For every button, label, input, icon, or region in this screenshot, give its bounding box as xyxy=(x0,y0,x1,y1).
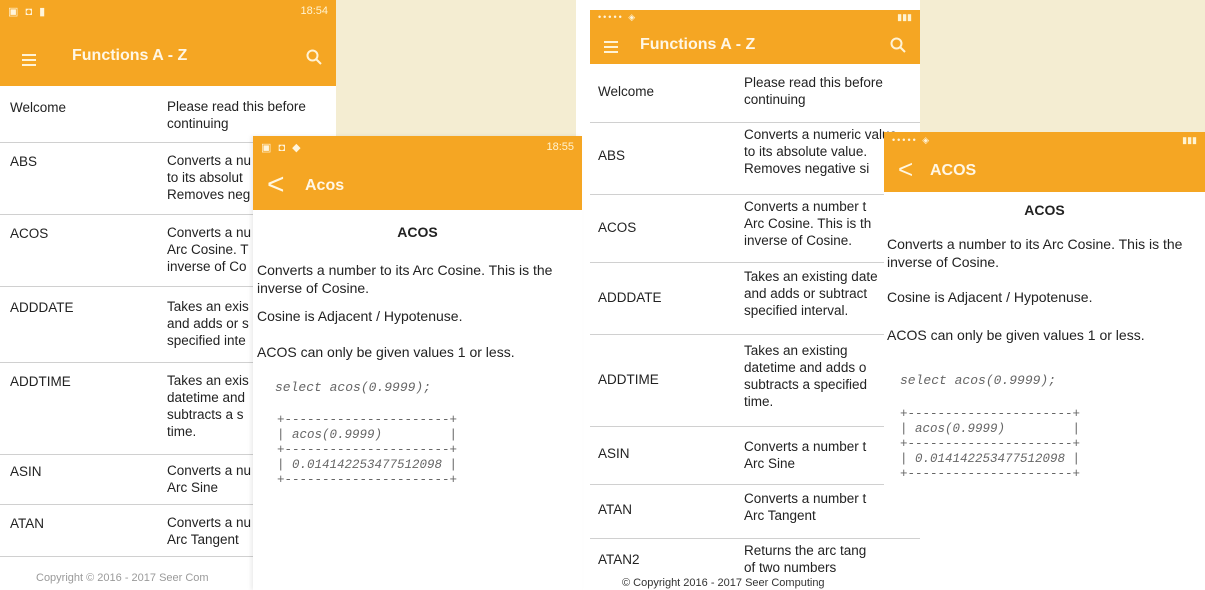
list-item[interactable]: ACOS Converts a number t Arc Cosine. Thi… xyxy=(590,194,920,263)
function-name: Welcome xyxy=(598,84,655,99)
description-para: Converts a number to its Arc Cosine. Thi… xyxy=(257,262,553,296)
function-name: ADDDATE xyxy=(598,290,662,305)
list-item[interactable]: ATAN Converts a number t Arc Tangent xyxy=(590,484,920,539)
search-icon[interactable] xyxy=(890,37,906,53)
function-desc: Converts a nu Arc Tangent xyxy=(167,515,252,547)
function-desc: Returns the arc tang of two numbers xyxy=(744,543,867,574)
back-arrow-icon[interactable]: < xyxy=(267,170,285,200)
back-arrow-icon[interactable]: < xyxy=(898,154,913,184)
function-name: ADDDATE xyxy=(10,300,74,315)
list-item[interactable]: Welcome Please read this before continui… xyxy=(0,86,336,143)
status-time: 18:55 xyxy=(546,141,574,153)
function-desc: Please read this before continuing xyxy=(167,99,306,131)
function-name: ADDTIME xyxy=(10,374,71,389)
result-table: +----------------------+ | acos(0.9999) … xyxy=(900,407,1081,481)
app-title: Functions A - Z xyxy=(640,36,756,53)
function-desc: Takes an existing date and adds or subtr… xyxy=(744,269,878,318)
result-table: +----------------------+ | acos(0.9999) … xyxy=(277,413,458,487)
app-title: ACOS xyxy=(930,162,977,179)
function-desc: Converts a nu Arc Cosine. T inverse of C… xyxy=(167,225,252,274)
status-bar: ▣ ◘ ▮ 18:54 xyxy=(0,0,336,26)
background-strip-left xyxy=(336,0,576,140)
status-bar: ••••• ◈ ▮▮▮ xyxy=(884,132,1205,150)
function-name: ABS xyxy=(10,154,38,169)
app-title: Acos xyxy=(305,177,345,194)
left-detail-screen: ▣ ◘ ◆ 18:55 < Acos ACOS Converts a numbe… xyxy=(253,136,582,590)
function-name: ASIN xyxy=(598,446,630,461)
background-strip-right xyxy=(920,0,1205,135)
status-bar: ▣ ◘ ◆ 18:55 xyxy=(253,136,582,162)
list-item[interactable]: ADDTIME Takes an existing datetime and a… xyxy=(590,334,920,427)
function-name: ATAN2 xyxy=(598,552,640,567)
status-battery: ▮▮▮ xyxy=(897,12,912,22)
status-icons: ▣ ◘ ◆ xyxy=(261,142,303,154)
function-desc: Converts a numeric value to its absolute… xyxy=(744,127,898,176)
function-name: Welcome xyxy=(10,100,67,115)
list-item[interactable]: Welcome Please read this before continui… xyxy=(590,64,920,123)
function-name: ATAN xyxy=(598,502,633,517)
right-detail-screen: ••••• ◈ ▮▮▮ < ACOS ACOS Converts a numbe… xyxy=(884,132,1205,512)
function-heading: ACOS xyxy=(1024,202,1065,218)
function-name: ADDTIME xyxy=(598,372,659,387)
status-battery: ▮▮▮ xyxy=(1182,135,1197,145)
status-icons: ••••• ◈ xyxy=(598,12,638,22)
function-desc: Takes an existing datetime and adds o su… xyxy=(744,343,868,409)
list-item[interactable]: ATAN2 Returns the arc tang of two number… xyxy=(590,538,920,578)
app-bar: Functions A - Z xyxy=(590,26,920,64)
code-sample: select acos(0.9999); xyxy=(275,380,432,395)
function-name: ASIN xyxy=(10,464,42,479)
status-icons: ••••• ◈ xyxy=(892,135,932,145)
list-item[interactable]: ADDDATE Takes an existing date and adds … xyxy=(590,262,920,335)
function-desc: Takes an exis and adds or s specified in… xyxy=(167,299,249,348)
list-item[interactable]: ASIN Converts a number t Arc Sine xyxy=(590,426,920,485)
description-para: Converts a number to its Arc Cosine. Thi… xyxy=(887,236,1183,270)
description-para: ACOS can only be given values 1 or less. xyxy=(257,344,515,360)
search-icon[interactable] xyxy=(306,49,322,65)
status-icons: ▣ ◘ ▮ xyxy=(8,6,48,18)
function-name: ATAN xyxy=(10,516,45,531)
function-desc: Converts a nu Arc Sine xyxy=(167,463,252,495)
function-desc: Converts a nu to its absolut Removes neg xyxy=(167,153,252,202)
copyright-text: Copyright © 2016 - 2017 Seer Com xyxy=(36,572,209,584)
app-bar: < Acos xyxy=(253,162,582,210)
menu-icon[interactable] xyxy=(604,38,618,56)
status-bar: ••••• ◈ ▮▮▮ xyxy=(590,10,920,26)
app-bar: < ACOS xyxy=(884,150,1205,192)
description-para: ACOS can only be given values 1 or less. xyxy=(887,327,1145,343)
description-para: Cosine is Adjacent / Hypotenuse. xyxy=(887,289,1093,305)
function-name: ABS xyxy=(598,148,626,163)
function-name: ACOS xyxy=(10,226,49,241)
function-heading: ACOS xyxy=(397,224,438,240)
list-item[interactable]: ABS Converts a numeric value to its abso… xyxy=(590,122,920,195)
copyright-text: © Copyright 2016 - 2017 Seer Computing xyxy=(618,577,829,589)
code-sample: select acos(0.9999); xyxy=(900,373,1057,388)
description-para: Cosine is Adjacent / Hypotenuse. xyxy=(257,308,463,324)
app-bar: Functions A - Z xyxy=(0,26,336,86)
function-name: ACOS xyxy=(598,220,637,235)
function-desc: Converts a number t Arc Cosine. This is … xyxy=(744,199,872,248)
function-desc: Converts a number t Arc Sine xyxy=(744,439,867,471)
function-desc: Takes an exis datetime and subtracts a s… xyxy=(167,373,249,439)
right-list-screen: ••••• ◈ ▮▮▮ Functions A - Z Welcome Plea… xyxy=(590,10,920,590)
status-time: 18:54 xyxy=(300,5,328,17)
menu-icon[interactable] xyxy=(22,51,36,69)
app-title: Functions A - Z xyxy=(72,47,188,64)
function-desc: Converts a number t Arc Tangent xyxy=(744,491,867,523)
function-desc: Please read this before continuing xyxy=(744,75,883,107)
